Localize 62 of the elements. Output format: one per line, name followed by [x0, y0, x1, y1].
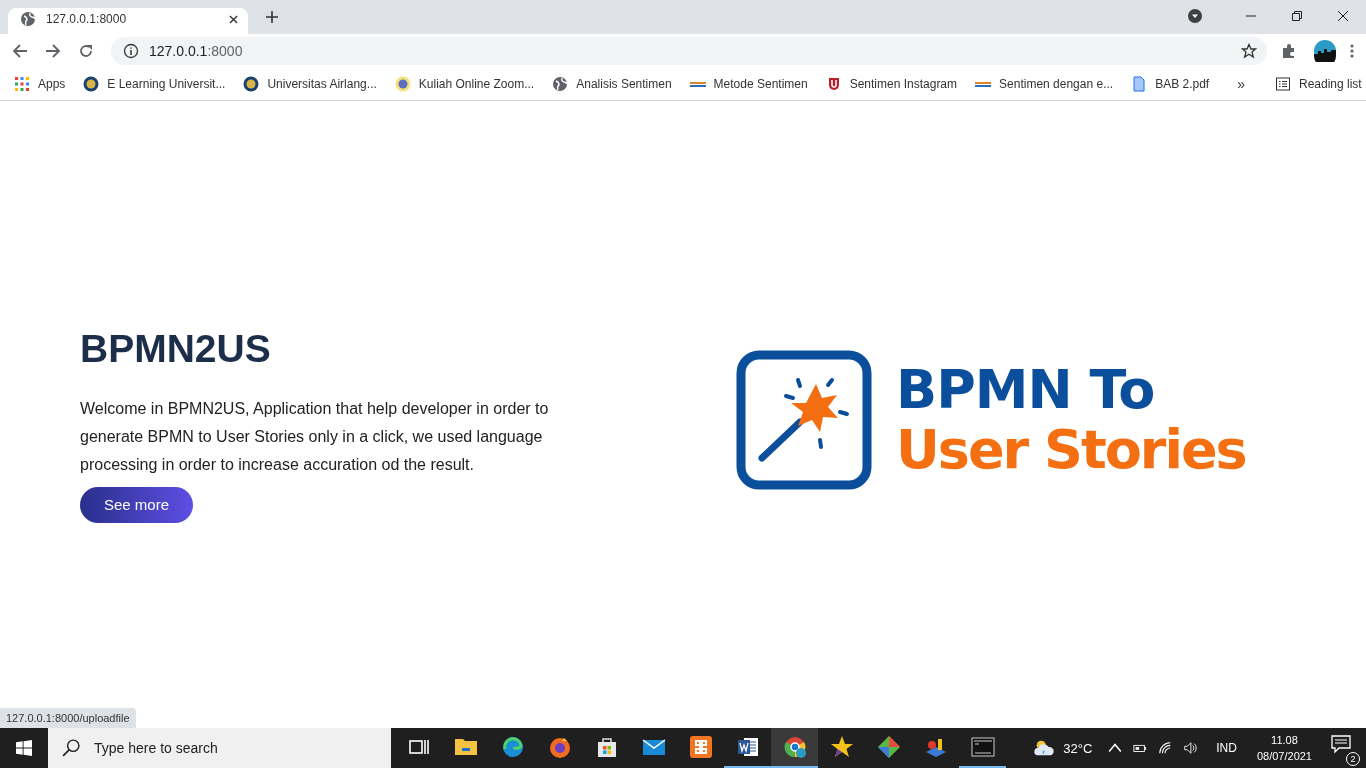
chevron-up-icon[interactable] [1108, 741, 1123, 755]
temperature[interactable]: 32°C [1063, 740, 1093, 756]
document-icon [735, 735, 760, 759]
bookmark[interactable]: Sentimen dengan e... [975, 74, 1120, 94]
weather-cloud-icon[interactable] [1033, 738, 1056, 758]
language-indicator[interactable]: IND [1216, 741, 1237, 755]
hero-description: Welcome in BPMN2US, Application that help developer in order to generate BPMN to User Stories only in a click, we used language processing in order to increase accuration od the result. [80, 398, 550, 475]
search-icon [62, 739, 80, 757]
reload-icon[interactable] [78, 43, 94, 59]
magic-wand-icon [736, 349, 872, 490]
bookmark[interactable]: Sentimen Instagram [825, 74, 964, 94]
status-url: 127.0.0.1:8000/uploadfile [0, 708, 136, 728]
bookmark[interactable]: Universitas Airlang... [243, 74, 383, 94]
new-tab-icon[interactable] [266, 11, 278, 23]
windows-start-icon[interactable] [16, 740, 32, 756]
back-icon[interactable] [12, 43, 28, 59]
url-text: 127.0.0.1:8000 [149, 43, 243, 59]
clock[interactable]: 11.08 08/07/2021 [1256, 732, 1312, 764]
globe-icon [20, 11, 36, 27]
info-icon [123, 43, 139, 59]
dropdown-icon[interactable] [1187, 8, 1203, 24]
hero-title: BPMN2US [80, 326, 272, 371]
see-more-button[interactable]: See more [80, 486, 193, 523]
restore-icon[interactable] [1291, 10, 1303, 22]
taskbar-search-field[interactable]: Type here to search [48, 728, 391, 768]
logo-subtitle: User Stories [896, 419, 1246, 479]
bookmark[interactable]: Analisis Sentimen [552, 74, 678, 94]
close-icon[interactable] [1337, 10, 1349, 22]
apps-grid-icon [14, 76, 30, 92]
chrome-icon [782, 735, 807, 759]
volume-icon[interactable] [1183, 741, 1198, 755]
logo-title: BPMN To [896, 360, 1156, 420]
notification-count: 2 [1346, 752, 1360, 766]
tab-title: 127.0.0.1:8000 [46, 12, 128, 26]
bookmark[interactable]: Apps [14, 74, 72, 94]
avatar-icon[interactable] [1314, 40, 1336, 62]
address-bar[interactable]: 127.0.0.1:8000 [111, 37, 1267, 65]
bookmark[interactable]: Metode Sentimen [689, 74, 814, 94]
notification-button[interactable]: 2 [1328, 730, 1360, 766]
chat-bubble-icon [1330, 734, 1352, 754]
bookmark[interactable]: Kuliah Online Zoom... [394, 74, 541, 94]
forward-icon[interactable] [45, 43, 61, 59]
more-bookmarks-button[interactable]: » [1231, 76, 1251, 92]
seal-icon [243, 76, 260, 92]
seal-icon [83, 76, 100, 92]
close-tab-icon[interactable] [229, 14, 238, 24]
wifi-icon[interactable] [1158, 741, 1173, 755]
menu-icon[interactable] [1350, 43, 1354, 59]
star-icon [829, 735, 854, 759]
taskbar-app[interactable] [771, 728, 818, 768]
star-icon[interactable] [1241, 43, 1257, 59]
seal-icon [394, 76, 411, 92]
list-icon [1275, 76, 1291, 92]
terminal-icon [970, 735, 995, 759]
reading-list-button[interactable]: Reading list [1275, 74, 1366, 94]
diamond-icon [876, 735, 901, 759]
puzzle-icon[interactable] [1281, 43, 1297, 59]
browser-tab[interactable]: 127.0.0.1:8000 [8, 8, 248, 34]
bookmark[interactable]: BAB 2.pdf [1131, 74, 1216, 94]
globe-icon [552, 76, 569, 92]
file-icon [1131, 76, 1148, 92]
bookmark[interactable]: E Learning Universit... [83, 74, 232, 94]
